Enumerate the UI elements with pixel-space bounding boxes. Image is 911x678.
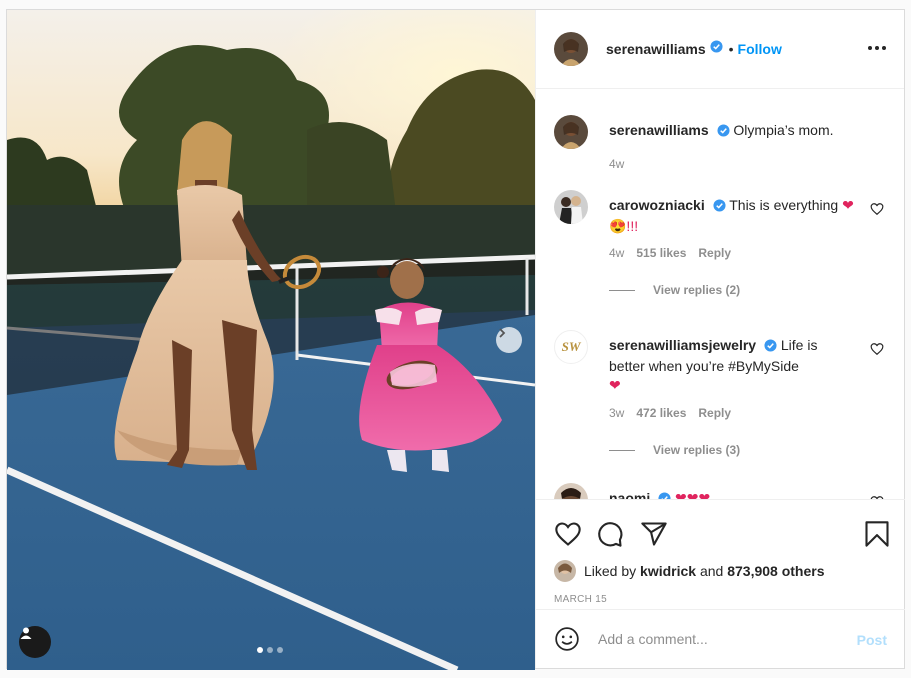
view-replies-label: View replies (3)	[653, 443, 741, 457]
avatar[interactable]	[554, 32, 588, 66]
comment-meta: 3w 472 likes Reply	[609, 406, 731, 420]
post-side-panel: serenawilliams • Follow serenawilliams O…	[535, 10, 905, 668]
user-tag-icon	[20, 627, 32, 639]
verified-icon	[658, 491, 671, 499]
avatar[interactable]: SW	[554, 330, 588, 364]
comment-time[interactable]: 3w	[609, 406, 624, 420]
like-comment-icon[interactable]	[870, 342, 884, 356]
view-replies-button[interactable]: View replies (3)	[609, 443, 740, 457]
comment-emoji: ❤❤❤	[675, 490, 711, 499]
comment-username[interactable]: serenawilliamsjewelry	[609, 337, 756, 353]
comment-hashtag[interactable]: #ByMySide	[728, 358, 799, 374]
avatar[interactable]	[554, 190, 588, 224]
view-replies-button[interactable]: View replies (2)	[609, 283, 740, 297]
header-username[interactable]: serenawilliams	[606, 41, 706, 57]
carousel-dot	[267, 647, 273, 653]
caption-username[interactable]: serenawilliams	[609, 122, 709, 138]
post-comment-button[interactable]: Post	[857, 632, 887, 648]
replies-divider	[609, 449, 635, 451]
carousel-dot	[277, 647, 283, 653]
chevron-right-icon	[499, 328, 506, 338]
view-replies-label: View replies (2)	[653, 283, 741, 297]
comment-body: carowozniacki This is everything ❤😍!!!	[609, 196, 854, 236]
avatar[interactable]	[554, 560, 576, 582]
reply-button[interactable]: Reply	[698, 406, 731, 420]
comment-body: serenawilliamsjewelry Life is better whe…	[609, 336, 854, 395]
share-icon[interactable]	[640, 520, 668, 548]
comments-list[interactable]: serenawilliams Olympia’s mom. 4w carowoz…	[536, 90, 905, 499]
reply-button[interactable]: Reply	[698, 246, 731, 260]
liked-by-prefix: Liked by	[584, 563, 637, 579]
comment-likes[interactable]: 472 likes	[636, 406, 686, 420]
comment-text: This is everything	[729, 197, 839, 213]
comment-time[interactable]: 4w	[609, 246, 624, 260]
emoji-icon[interactable]	[554, 626, 580, 652]
add-comment-bar: Post	[536, 609, 905, 668]
carousel-dots	[257, 647, 283, 653]
avatar[interactable]	[554, 115, 588, 149]
header-bullet: •	[728, 41, 734, 57]
post-date[interactable]: MARCH 15	[554, 594, 607, 605]
comment-body: naomi ❤❤❤	[609, 489, 854, 499]
avatar-monogram: SW	[561, 339, 581, 354]
comment-username[interactable]: carowozniacki	[609, 197, 705, 213]
liked-by-others[interactable]: 873,908 others	[727, 563, 824, 579]
post-header: serenawilliams • Follow	[536, 10, 904, 89]
user-tag-button[interactable]	[19, 626, 51, 658]
replies-divider	[609, 289, 635, 291]
caption-body: serenawilliams Olympia’s mom.	[609, 121, 854, 142]
comment-input[interactable]	[598, 631, 838, 647]
more-icon[interactable]	[868, 46, 886, 50]
verified-icon	[764, 338, 777, 357]
caption-meta: 4w	[609, 157, 624, 171]
caption-text: Olympia’s mom.	[733, 122, 834, 138]
carousel-next-button[interactable]	[496, 327, 522, 353]
verified-icon	[710, 40, 723, 58]
like-icon[interactable]	[554, 520, 582, 548]
comment-username[interactable]: naomi	[609, 490, 650, 499]
like-comment-icon[interactable]	[870, 202, 884, 216]
save-icon[interactable]	[864, 520, 890, 548]
post-container: serenawilliams • Follow serenawilliams O…	[6, 9, 905, 670]
follow-button[interactable]: Follow	[738, 41, 782, 57]
comment-meta: 4w 515 likes Reply	[609, 246, 731, 260]
liked-by-user[interactable]: kwidrick	[640, 563, 696, 579]
comment-likes[interactable]: 515 likes	[636, 246, 686, 260]
comment-icon[interactable]	[596, 520, 624, 548]
liked-by-connector: and	[699, 563, 724, 579]
verified-icon	[713, 198, 726, 217]
liked-by: Liked by kwidrick and 873,908 others	[554, 560, 825, 582]
post-image[interactable]	[7, 10, 535, 670]
photo-illustration	[7, 10, 535, 670]
avatar[interactable]	[554, 483, 588, 499]
post-actions: Liked by kwidrick and 873,908 others MAR…	[536, 499, 905, 609]
comment-emoji: ❤	[609, 377, 621, 393]
verified-icon	[716, 123, 730, 142]
caption-time[interactable]: 4w	[609, 157, 624, 171]
carousel-dot-active	[257, 647, 263, 653]
